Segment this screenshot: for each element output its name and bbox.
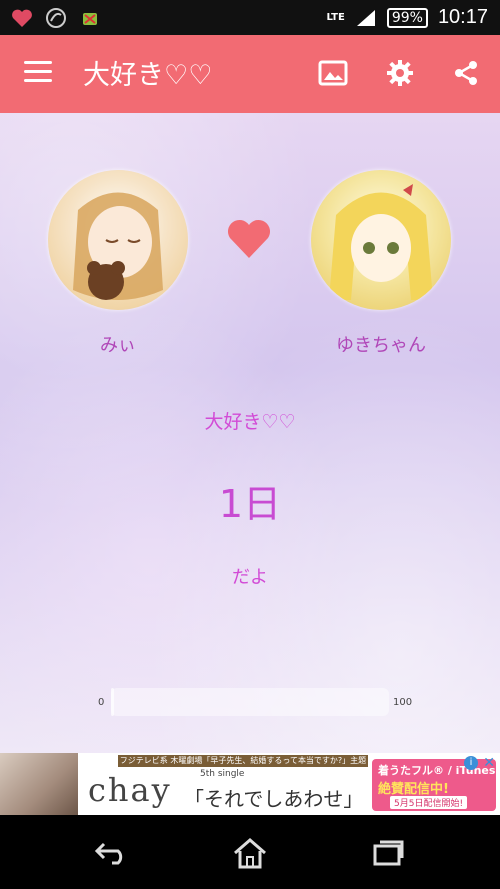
ad-info-icon[interactable]: i xyxy=(464,756,478,770)
progress-fill xyxy=(111,688,114,716)
network-indicator: LTE xyxy=(326,11,345,23)
app-title: 大好き♡♡ xyxy=(83,60,213,91)
ad-song-title: 「それでしあわせ」 xyxy=(184,787,364,811)
progress-bar xyxy=(111,688,389,716)
suffix-text: だよ xyxy=(232,567,268,588)
ad-promo-line2: 絶賛配信中! xyxy=(378,782,449,797)
headline-text[interactable]: 大好き♡♡ xyxy=(0,407,500,434)
ad-promo-line3: 5月5日配信開始! xyxy=(390,796,468,809)
status-bar: LTE 99% 10:17 xyxy=(0,0,500,35)
app-notification-icon xyxy=(44,6,68,30)
avatar-left[interactable] xyxy=(48,170,188,310)
heart-icon xyxy=(226,218,272,260)
recent-apps-icon[interactable] xyxy=(368,835,408,871)
clock: 10:17 xyxy=(437,6,488,28)
ad-topline: フジテレビ系 木曜劇場「早子先生、結婚するって本当ですか?」主題歌 xyxy=(118,755,368,777)
status-system: LTE 99% 10:17 xyxy=(326,6,488,29)
heart-notification-icon xyxy=(10,6,34,30)
gear-icon[interactable] xyxy=(384,57,416,89)
name-right[interactable]: ゆきちゃん xyxy=(336,331,426,357)
navigation-bar xyxy=(0,815,500,889)
battery-indicator: 99% xyxy=(386,7,428,28)
android-debug-icon xyxy=(78,6,102,30)
app-bar: 大好き♡♡ xyxy=(0,35,500,113)
progress-min-label: 0 xyxy=(98,697,105,708)
day-count: 1日 xyxy=(218,482,282,526)
ad-banner[interactable]: フジテレビ系 木曜劇場「早子先生、結婚するって本当ですか?」主題歌 chay 5… xyxy=(0,753,500,815)
progress-max-label: 100 xyxy=(393,697,413,708)
home-icon[interactable] xyxy=(230,835,270,871)
ad-promo-box: 着うたフル® / iTunes 絶賛配信中! 5月5日配信開始! xyxy=(372,759,496,811)
main-content: みぃ ゆきちゃん 大好き♡♡ 1日 だよ 0 100 xyxy=(0,113,500,753)
ad-photo xyxy=(0,753,78,815)
signal-icon xyxy=(356,9,375,26)
name-left[interactable]: みぃ xyxy=(100,331,136,357)
image-icon[interactable] xyxy=(317,57,349,89)
ad-brand: chay xyxy=(88,771,172,809)
avatar-right[interactable] xyxy=(311,170,451,310)
ad-close-icon[interactable]: ✕ xyxy=(483,755,495,771)
menu-icon[interactable] xyxy=(24,61,52,83)
ad-single-label: 5th single xyxy=(200,769,245,779)
back-icon[interactable] xyxy=(92,835,132,871)
status-notifications xyxy=(10,6,102,30)
share-icon[interactable] xyxy=(450,57,482,89)
